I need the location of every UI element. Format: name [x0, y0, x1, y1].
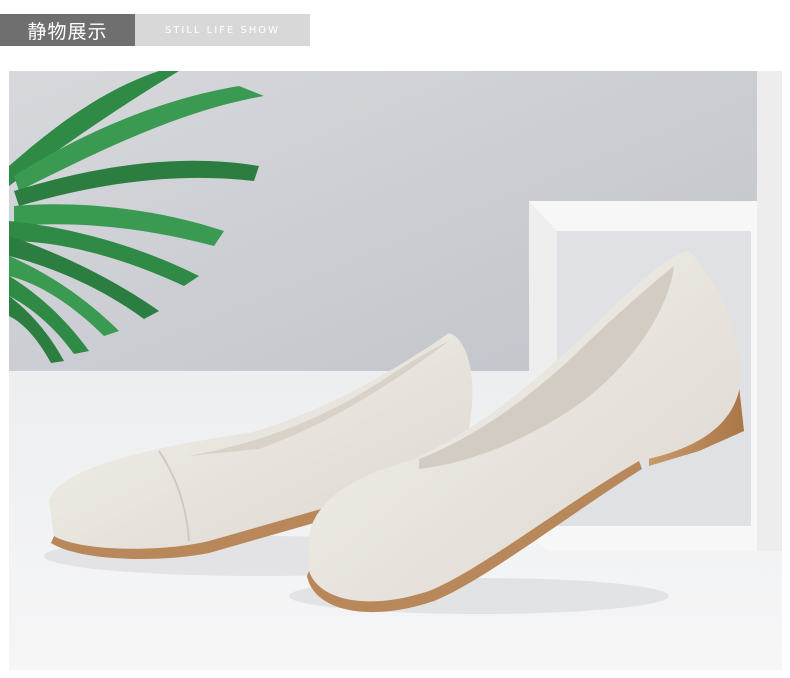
still-life-photo [9, 71, 782, 670]
section-header: 静物展示 STILL LIFE SHOW [0, 14, 310, 46]
section-title-en: STILL LIFE SHOW [135, 14, 310, 46]
section-title-cn: 静物展示 [0, 14, 135, 46]
